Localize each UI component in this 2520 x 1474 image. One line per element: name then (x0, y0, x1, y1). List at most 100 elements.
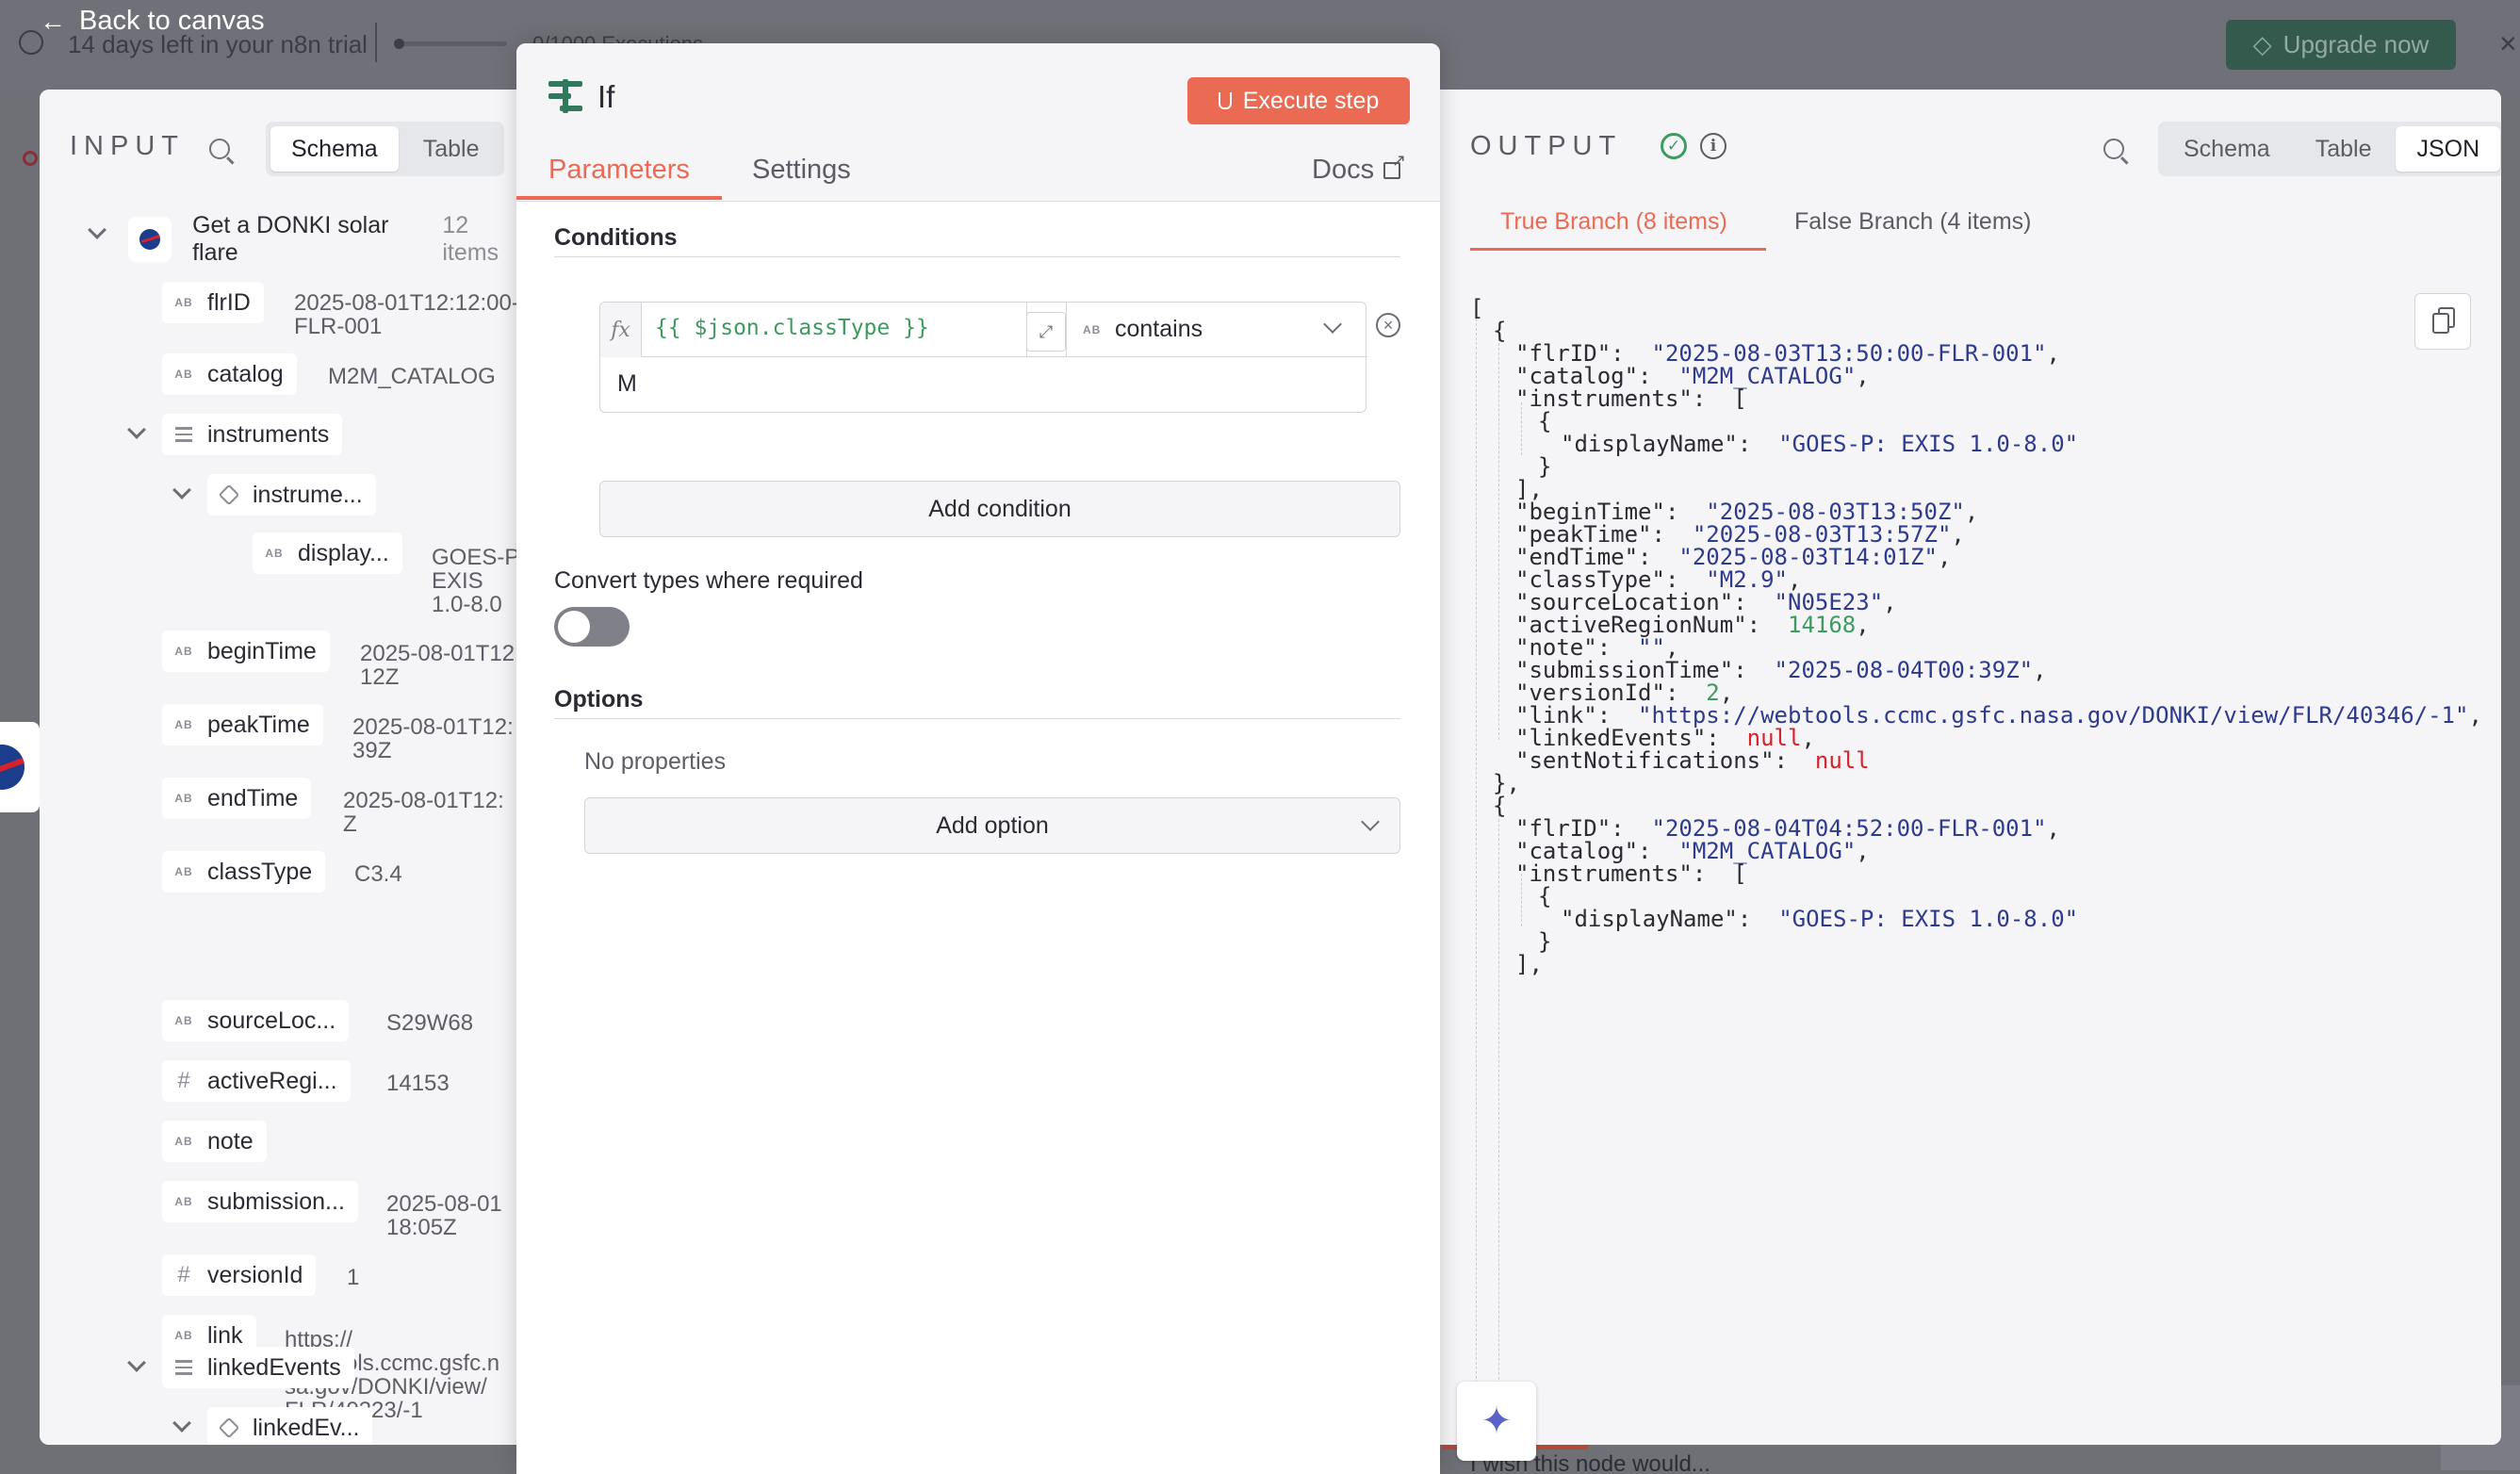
add-option-dropdown[interactable]: Add option (584, 797, 1400, 854)
field-submissionTime[interactable]: AB submission... (162, 1181, 358, 1222)
upgrade-button[interactable]: ◇ Upgrade now (2226, 20, 2456, 70)
string-type-icon: AB (265, 547, 284, 560)
chevron-down-icon[interactable] (172, 481, 191, 500)
add-condition-button[interactable]: Add condition (599, 481, 1400, 537)
json-value: 2025-08-04T00:39Z (1788, 657, 2020, 683)
string-type-icon: AB (174, 865, 193, 878)
chevron-down-icon[interactable] (1323, 315, 1342, 334)
search-icon[interactable] (2103, 139, 2124, 159)
field-value: 1.0-8.0 (432, 592, 502, 617)
object-icon (218, 1417, 240, 1439)
condition-right-input[interactable]: M (617, 370, 637, 398)
active-tab-indicator (516, 196, 722, 200)
field-versionId[interactable]: # versionId (162, 1254, 317, 1296)
field-note[interactable]: AB note (162, 1121, 267, 1162)
field-value: C3.4 (354, 861, 402, 887)
field-value: M2M_CATALOG (328, 364, 496, 389)
field-value: 14153 (386, 1071, 450, 1096)
docs-link[interactable]: Docs (1312, 151, 1406, 186)
ai-assistant-button[interactable]: ✦ (1457, 1382, 1536, 1461)
field-activeRegionNum[interactable]: # activeRegi... (162, 1060, 351, 1102)
active-tab-indicator (1470, 248, 1766, 251)
number-type-icon: # (177, 1262, 190, 1287)
field-instrument-item[interactable]: instrume... (207, 474, 376, 516)
list-icon (172, 1360, 196, 1375)
field-value: 2025-08-01T12: (360, 641, 521, 666)
field-displayName[interactable]: AB display... (253, 532, 402, 574)
info-icon[interactable]: i (1700, 133, 1726, 159)
field-endTime[interactable]: AB endTime (162, 778, 312, 819)
back-to-canvas-link[interactable]: ← Back to canvas (40, 6, 265, 37)
sparkle-icon: ✦ (1481, 1400, 1513, 1442)
json-value: null (1814, 747, 1870, 774)
field-value: EXIS (432, 568, 483, 594)
field-peakTime[interactable]: AB peakTime (162, 704, 323, 745)
no-properties-text: No properties (584, 748, 727, 775)
field-flrID[interactable]: AB flrID (162, 282, 264, 323)
chevron-down-icon[interactable] (88, 221, 106, 239)
number-type-icon: # (177, 1068, 190, 1093)
remove-condition-icon[interactable]: × (1376, 313, 1400, 337)
string-type-icon: AB (174, 792, 193, 805)
conditions-title: Conditions (554, 224, 678, 251)
field-beginTime[interactable]: AB beginTime (162, 631, 330, 672)
gem-icon: ◇ (2252, 30, 2272, 58)
field-value: FLR-001 (294, 314, 383, 339)
condition-left-input[interactable]: {{ $json.classType }} (655, 316, 929, 340)
source-node-row: Get a DONKI solar flare 12 items (128, 212, 528, 267)
string-type-icon: AB (174, 645, 193, 658)
convert-types-toggle[interactable] (554, 607, 630, 647)
nasa-logo-icon (128, 217, 172, 262)
arrow-left-icon: ← (40, 6, 66, 36)
node-header: If Execute step Parameters Settings Docs (516, 43, 1440, 202)
field-linkedEvents-item[interactable]: linkedEv... (207, 1407, 373, 1445)
field-value: S29W68 (386, 1010, 474, 1036)
node-title[interactable]: If (597, 79, 614, 115)
execute-step-button[interactable]: Execute step (1187, 77, 1410, 124)
field-catalog[interactable]: AB catalog (162, 353, 297, 395)
divider (375, 23, 377, 62)
list-icon (172, 427, 196, 442)
divider (554, 718, 1400, 719)
field-value: 18:05Z (386, 1215, 457, 1240)
tab-schema[interactable]: Schema (2163, 126, 2291, 172)
object-icon (218, 483, 240, 506)
tab-true-branch[interactable]: True Branch (8 items) (1500, 208, 1727, 236)
nasa-logo-icon (0, 745, 25, 790)
tab-false-branch[interactable]: False Branch (4 items) (1794, 208, 2031, 236)
item-count: 12 items (442, 212, 499, 266)
divider (554, 256, 1400, 257)
tab-table[interactable]: Table (2295, 126, 2393, 172)
close-icon[interactable]: × (2499, 26, 2517, 61)
copy-button[interactable] (2414, 293, 2471, 350)
string-type-icon: AB (174, 1195, 193, 1208)
open-expression-editor-icon[interactable]: ⤢ (1026, 312, 1066, 352)
field-value: 1 (347, 1265, 360, 1290)
nasa-node-tab[interactable] (0, 722, 40, 812)
chevron-down-icon[interactable] (127, 420, 146, 439)
output-view-toggle: Schema Table JSON (2158, 122, 2501, 176)
tab-json[interactable]: JSON (2396, 126, 2501, 172)
field-value: Z (343, 811, 357, 837)
expression-icon: fx (600, 303, 642, 357)
tab-parameters[interactable]: Parameters (548, 155, 690, 186)
output-panel: OUTPUT ✓ i Schema Table JSON True Branch… (1440, 90, 2501, 1445)
canvas-node-dot (23, 151, 38, 166)
condition-operator-select[interactable]: contains (1115, 316, 1203, 343)
string-type-icon: AB (174, 296, 193, 309)
field-classType[interactable]: AB classType (162, 851, 326, 893)
output-title: OUTPUT (1470, 131, 1623, 161)
field-value: 39Z (352, 738, 392, 763)
field-value: 12Z (360, 664, 400, 690)
field-value: 2025-08-01T12:12:00- (294, 290, 519, 316)
field-value: 2025-08-01T12: (343, 788, 504, 813)
field-sourceLocation[interactable]: AB sourceLoc... (162, 1000, 350, 1041)
field-linkedEvents[interactable]: linkedEvents (162, 1347, 354, 1388)
string-type-icon: AB (174, 718, 193, 731)
tab-settings[interactable]: Settings (752, 155, 851, 186)
field-value: 2025-08-01T12: (352, 714, 514, 740)
json-value: GOES-P: EXIS 1.0-8.0 (1792, 431, 2065, 457)
field-instruments[interactable]: instruments (162, 414, 343, 455)
external-link-icon (1383, 151, 1406, 179)
condition-row: fx {{ $json.classType }} ⤢ AB contains M (599, 302, 1367, 413)
